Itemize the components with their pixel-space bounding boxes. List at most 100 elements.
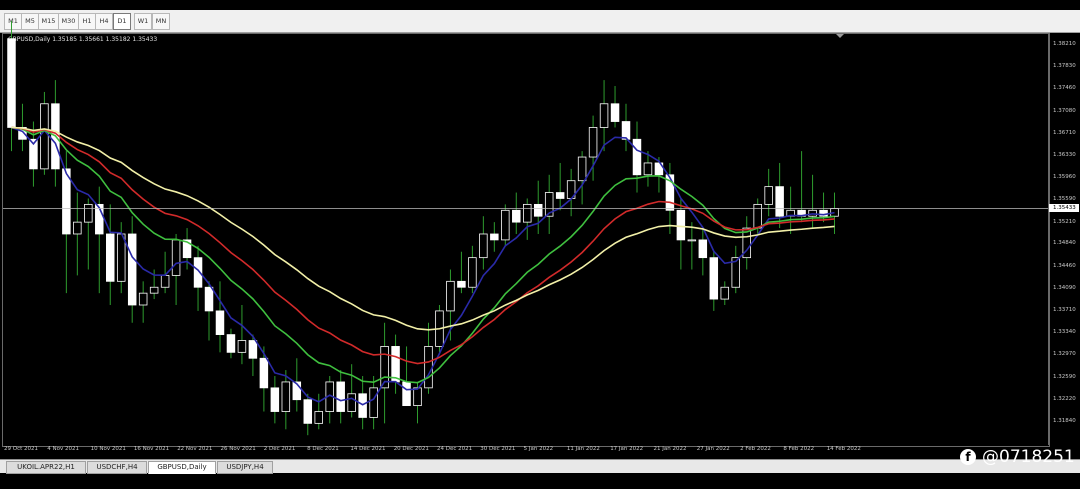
tab-usdjpy[interactable]: USDJPY,H4 [217,461,273,474]
y-tick-label: 1.36710 [1053,129,1076,136]
candle-body [347,393,356,412]
candle-body [7,38,16,128]
y-tick-label: 1.32220 [1053,395,1076,402]
x-tick-label: 27 Jan 2022 [696,446,730,452]
candle-body [391,346,400,383]
y-tick-label: 1.37080 [1053,107,1076,114]
x-tick-label: 24 Dec 2021 [437,446,473,452]
candle-body [599,103,609,128]
y-tick-label: 1.34090 [1053,284,1076,291]
chart-shift-marker [836,34,844,38]
y-tick-label: 1.35210 [1053,218,1076,225]
candle-body [588,127,598,158]
x-tick-label: 10 Nov 2021 [90,446,126,452]
candle-body [720,286,730,300]
x-tick-label: 16 Nov 2021 [133,446,170,452]
y-tick-label: 1.32970 [1053,351,1076,358]
candle-body [171,239,181,276]
y-tick-label: 1.37460 [1053,85,1076,92]
candle-body [369,387,378,418]
candle-body [314,411,323,424]
candle-body [138,292,148,306]
candle-body [270,387,280,412]
y-tick-label: 1.31840 [1053,418,1076,424]
candle-body [149,286,159,294]
candle-body [479,233,488,259]
x-tick-label: 5 Jan 2022 [523,446,554,452]
chart-tabs-bar: UKOIL.APR22,H1 USDCHF,H4 GBPUSD,Daily US… [0,459,1080,474]
candle-body [336,381,345,412]
tab-gbpusd[interactable]: GBPUSD,Daily [148,461,216,474]
y-tick-label: 1.33710 [1053,307,1076,314]
candle-body [533,203,543,217]
candle-body [610,103,620,122]
x-tick-label: 20 Dec 2021 [393,446,429,452]
candle-body [116,233,126,282]
candle-body [698,239,708,259]
x-tick-label: 21 Jan 2022 [653,446,687,452]
x-tick-label: 26 Nov 2021 [220,446,256,452]
y-tick-label: 1.38210 [1053,41,1076,47]
candle-body [303,399,313,424]
watermark: f @0718251 [960,446,1075,468]
candle-body [643,162,653,176]
candle-body [259,357,269,389]
candle-body [621,121,631,140]
y-tick-label: 1.35960 [1053,174,1076,181]
candle-body [490,233,499,241]
candlestick-chart [3,20,1048,436]
candle-body [106,233,115,282]
x-tick-label: 4 Nov 2021 [47,446,80,452]
current-price-tag: 1.35433 [1049,204,1079,212]
candle-body [160,275,170,288]
watermark-text: @0718251 [982,447,1075,467]
y-tick-label: 1.32590 [1053,373,1076,380]
tab-ukoil[interactable]: UKOIL.APR22,H1 [6,461,86,474]
candle-body [687,239,697,242]
candle-body [775,186,784,217]
candle-body [468,257,477,288]
facebook-icon: f [960,449,976,465]
candle-body [457,280,466,288]
y-tick-label: 1.36330 [1053,152,1076,159]
y-tick-label: 1.33340 [1053,329,1076,336]
x-tick-label: 2 Dec 2021 [263,446,296,452]
candle-body [424,346,433,389]
candle-body [523,203,532,223]
y-tick-label: 1.35590 [1053,196,1076,203]
candle-body [577,156,587,182]
candle-body [248,340,258,359]
y-tick-label: 1.37830 [1053,63,1076,70]
x-tick-label: 11 Jan 2022 [566,446,600,452]
candle-body [204,286,214,312]
candle-body [753,203,762,229]
candle-body [764,186,773,205]
candle-body [676,209,686,241]
candle-body [237,340,247,353]
tab-usdchf[interactable]: USDCHF,H4 [87,461,147,474]
candle-body [709,257,719,300]
candle-body [632,138,642,176]
x-tick-label: 2 Feb 2022 [740,446,771,452]
x-tick-label: 14 Dec 2021 [350,446,386,452]
candle-body [215,310,225,335]
candle-body [281,381,291,412]
candle-body [446,280,455,312]
x-tick-label: 14 Feb 2022 [826,446,861,452]
candle-body [512,209,521,223]
candle-body [413,387,422,407]
candle-body [73,221,82,235]
y-tick-label: 1.34460 [1053,262,1076,269]
x-tick-label: 8 Feb 2022 [783,446,815,452]
y-tick-label: 1.34840 [1053,240,1076,247]
candle-body [226,334,236,353]
x-tick-label: 22 Nov 2021 [177,446,213,452]
x-tick-label: 8 Dec 2021 [307,446,339,452]
x-tick-label: 30 Dec 2021 [480,446,516,452]
candle-body [555,192,565,199]
x-tick-label: 29 Oct 2021 [4,446,39,452]
candle-body [402,381,411,407]
candle-body [127,233,137,306]
candle-body [84,203,93,223]
candle-body [501,209,510,241]
